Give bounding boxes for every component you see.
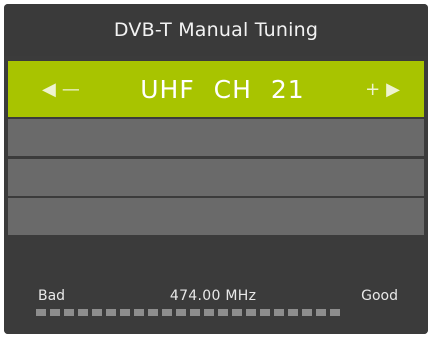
signal-section: Bad 474.00 MHz Good [4,238,428,334]
frequency-readout: 474.00 MHz [169,288,257,304]
signal-segment [50,309,60,316]
signal-segment [106,309,116,316]
tuning-panel: DVB-T Manual Tuning ◀ — UHF CH 21 + ▶ Ba… [4,4,428,334]
channel-selector[interactable]: ◀ — UHF CH 21 + ▶ [8,61,424,117]
signal-segment [78,309,88,316]
signal-segment [288,309,298,316]
minus-icon: — [61,78,80,100]
signal-segment [218,309,228,316]
signal-segment [36,309,46,316]
menu-row-empty-1[interactable] [8,119,424,156]
signal-segment [64,309,74,316]
menu-row-empty-3[interactable] [8,198,424,235]
channel-label: UHF CH 21 [140,74,305,104]
signal-segment [120,309,130,316]
signal-segment [260,309,270,316]
signal-segment [316,309,326,316]
signal-segment [176,309,186,316]
menu-title: DVB-T Manual Tuning [4,4,428,56]
plus-icon: + [365,78,381,100]
signal-segment [302,309,312,316]
signal-labels: Bad 474.00 MHz Good [38,288,398,304]
menu-row-empty-2[interactable] [8,159,424,196]
signal-segment [190,309,200,316]
signal-segment [204,309,214,316]
signal-segment [148,309,158,316]
decrement-control[interactable]: ◀ — [42,79,80,100]
signal-segment [162,309,172,316]
good-label: Good [361,288,398,304]
left-arrow-icon: ◀ [42,78,56,100]
increment-control[interactable]: + ▶ [365,79,400,100]
signal-segment [274,309,284,316]
signal-segment [246,309,256,316]
signal-segment [92,309,102,316]
signal-strength-bar [36,309,340,316]
bad-label: Bad [38,288,66,304]
signal-segment [330,309,340,316]
signal-segment [232,309,242,316]
signal-segment [134,309,144,316]
right-arrow-icon: ▶ [386,78,400,100]
